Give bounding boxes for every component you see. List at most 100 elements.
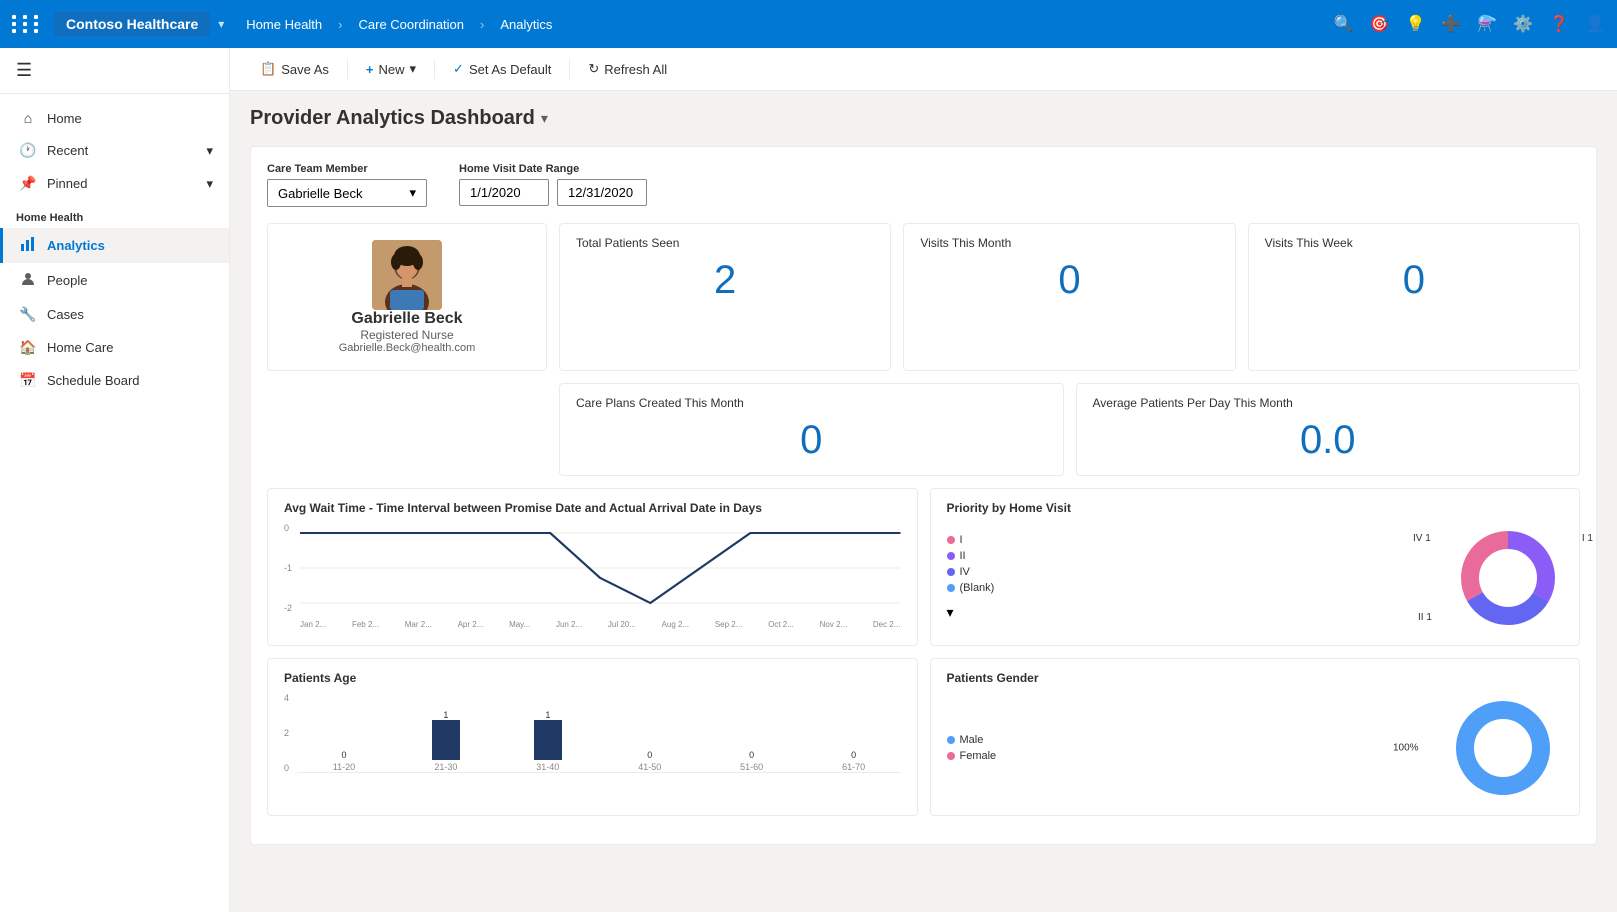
toolbar-divider-3 (569, 59, 570, 79)
care-team-filter: Care Team Member Gabrielle Beck ▾ (267, 163, 427, 207)
priority-chart-title: Priority by Home Visit (947, 501, 1564, 515)
legend-dot-II (947, 552, 955, 560)
bar-31-40: 1 31-40 (501, 693, 595, 772)
care-team-label: Care Team Member (267, 163, 427, 175)
bar-range-61-70: 61-70 (842, 762, 865, 772)
date-from-input[interactable]: 1/1/2020 (459, 179, 549, 206)
x-nov: Nov 2... (820, 620, 848, 629)
top-nav-actions: 🔍 🎯 💡 ➕ ⚗️ ⚙️ ❓ 👤 (1334, 14, 1605, 34)
save-as-label: Save As (281, 62, 329, 77)
visits-week-label: Visits This Week (1265, 236, 1563, 250)
care-team-select[interactable]: Gabrielle Beck ▾ (267, 179, 427, 207)
home-care-icon: 🏠 (19, 339, 37, 356)
care-plans-card: Care Plans Created This Month 0 (559, 383, 1064, 476)
date-range-inputs: 1/1/2020 12/31/2020 (459, 179, 647, 206)
bar-51-60: 0 51-60 (705, 693, 799, 772)
legend-item-female: Female (947, 750, 997, 762)
bulb-icon[interactable]: 💡 (1405, 14, 1425, 34)
x-jan: Jan 2... (300, 620, 326, 629)
profile-email: Gabrielle.Beck@health.com (339, 342, 476, 354)
nav-home-health[interactable]: Home Health (240, 13, 328, 36)
new-label: New (378, 62, 404, 77)
schedule-label: Schedule Board (47, 373, 140, 388)
sidebar-home-label: Home (47, 111, 82, 126)
filter-row: Care Team Member Gabrielle Beck ▾ Home V… (267, 163, 1580, 207)
add-icon[interactable]: ➕ (1441, 14, 1461, 34)
cases-label: Cases (47, 307, 84, 322)
bar-val-61-70: 0 (851, 750, 856, 760)
page-title-chevron-icon[interactable]: ▾ (541, 110, 548, 127)
bar-val-21-30: 1 (443, 710, 448, 720)
priority-dropdown-icon[interactable]: ▾ (947, 604, 954, 620)
pinned-icon: 📌 (19, 175, 37, 192)
filter-icon[interactable]: ⚗️ (1477, 14, 1497, 34)
hamburger-icon[interactable]: ☰ (16, 60, 32, 80)
legend-label-II: II (960, 550, 966, 562)
total-patients-value: 2 (576, 258, 874, 303)
sidebar-pinned-label: Pinned (47, 176, 87, 191)
page-title: Provider Analytics Dashboard (250, 107, 535, 130)
age-chart-area: 4 2 0 0 11-20 (284, 693, 901, 773)
gender-donut-area: Male Female 100% (947, 693, 1564, 803)
legend-label-male: Male (960, 734, 984, 746)
app-grid-icon[interactable] (12, 15, 42, 33)
sidebar: ☰ ⌂ Home 🕐 Recent ▾ 📌 Pinned ▾ (0, 48, 230, 912)
profile-role: Registered Nurse (360, 328, 453, 342)
page-title-row: Provider Analytics Dashboard ▾ (250, 107, 1597, 130)
refresh-all-button[interactable]: ↻ Refresh All (578, 56, 677, 82)
pinned-chevron-icon: ▾ (206, 176, 213, 192)
legend-item-blank: (Blank) (947, 582, 995, 594)
sidebar-item-recent[interactable]: 🕐 Recent ▾ (0, 134, 229, 167)
settings-icon[interactable]: ⚙️ (1513, 14, 1533, 34)
legend-label-female: Female (960, 750, 997, 762)
save-as-icon: 📋 (260, 61, 276, 77)
x-dec: Dec 2... (873, 620, 901, 629)
user-icon[interactable]: 👤 (1585, 14, 1605, 34)
priority-legend: I II IV (947, 534, 995, 622)
nav-care-coordination[interactable]: Care Coordination (353, 13, 471, 36)
date-to-input[interactable]: 12/31/2020 (557, 179, 647, 206)
sidebar-item-home[interactable]: ⌂ Home (0, 102, 229, 134)
search-icon[interactable]: 🔍 (1334, 14, 1354, 34)
set-as-default-button[interactable]: ✓ Set As Default (443, 56, 561, 82)
gender-annotation: 100% (1393, 743, 1419, 754)
sidebar-section-home-health: Home Health (0, 200, 229, 228)
annotation-IV: IV 1 (1413, 533, 1431, 544)
bar-range-11-20: 11-20 (333, 762, 355, 772)
new-button[interactable]: + New ▾ (356, 56, 426, 82)
total-patients-label: Total Patients Seen (576, 236, 874, 250)
top-nav: Contoso Healthcare ▾ Home Health › Care … (0, 0, 1617, 48)
x-labels: Jan 2... Feb 2... Mar 2... Apr 2... May.… (300, 620, 900, 629)
care-plans-value: 0 (576, 418, 1047, 463)
x-oct: Oct 2... (768, 620, 794, 629)
sidebar-item-cases[interactable]: 🔧 Cases (0, 298, 229, 331)
sidebar-header: ☰ (0, 48, 229, 94)
visits-month-label: Visits This Month (920, 236, 1218, 250)
legend-dot-male (947, 736, 955, 744)
home-care-label: Home Care (47, 340, 113, 355)
sidebar-item-schedule-board[interactable]: 📅 Schedule Board (0, 364, 229, 397)
sidebar-item-home-care[interactable]: 🏠 Home Care (0, 331, 229, 364)
brand-logo[interactable]: Contoso Healthcare (54, 12, 210, 36)
age-chart-title: Patients Age (284, 671, 901, 685)
save-as-button[interactable]: 📋 Save As (250, 56, 339, 82)
priority-chart-card: Priority by Home Visit I II (930, 488, 1581, 646)
help-icon[interactable]: ❓ (1549, 14, 1569, 34)
gender-chart-title: Patients Gender (947, 671, 1564, 685)
target-icon[interactable]: 🎯 (1370, 14, 1390, 34)
nav-analytics[interactable]: Analytics (494, 13, 558, 36)
sidebar-item-people[interactable]: People (0, 263, 229, 298)
line-chart-svg (300, 523, 900, 613)
gender-donut-svg (1443, 693, 1563, 803)
visits-month-card: Visits This Month 0 (903, 223, 1235, 371)
new-plus-icon: + (366, 62, 374, 77)
sidebar-item-pinned[interactable]: 📌 Pinned ▾ (0, 167, 229, 200)
bar-41-50: 0 41-50 (603, 693, 697, 772)
bar-val-51-60: 0 (749, 750, 754, 760)
age-y-2: 2 (284, 728, 289, 738)
refresh-icon: ↻ (588, 61, 599, 77)
x-aug: Aug 2... (662, 620, 690, 629)
visits-week-value: 0 (1265, 258, 1563, 303)
legend-item-IV: IV (947, 566, 995, 578)
sidebar-item-analytics[interactable]: Analytics (0, 228, 229, 263)
